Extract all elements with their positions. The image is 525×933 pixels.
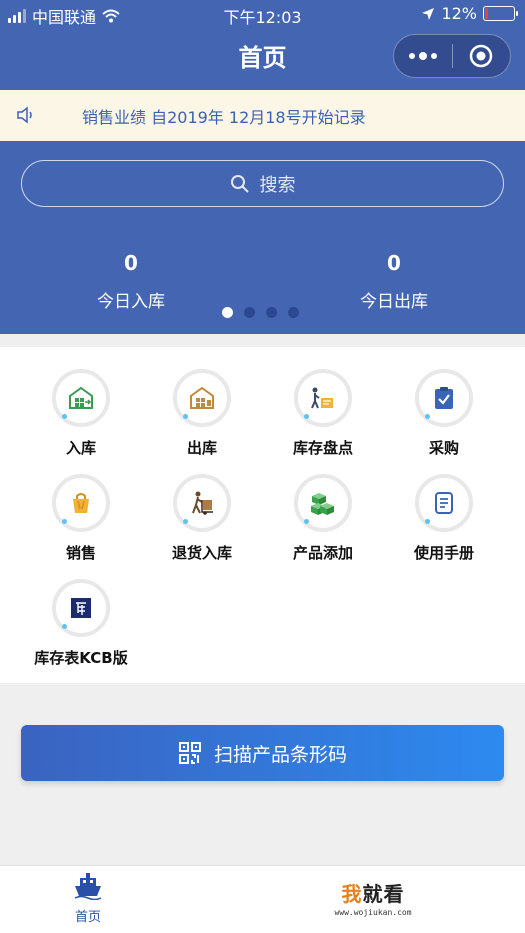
qr-code-icon (178, 742, 201, 764)
menu-item-label: 销售 (65, 544, 96, 562)
tab-bar: 首页 我就看 www.wojiukan.com (0, 865, 525, 933)
stat-today-in[interactable]: 0 今日入库 (61, 251, 201, 312)
summary-panel: 搜索 0 今日入库 0 今日出库 (0, 141, 525, 334)
stock-in-icon-circle (52, 369, 110, 427)
search-icon (230, 174, 249, 193)
ship-icon (74, 873, 102, 901)
clipboard-check-icon (435, 387, 453, 409)
battery-icon (483, 6, 518, 21)
notice-bar: 销售业绩 自2019年 12月18号开始记录 (0, 90, 525, 141)
purchase-icon-circle (415, 369, 473, 427)
return-in-icon-circle (173, 474, 231, 532)
kcb-logo-icon (71, 598, 91, 618)
menu-item-label: 产品添加 (292, 544, 353, 562)
speaker-icon (17, 106, 32, 124)
scan-barcode-button[interactable]: 扫描产品条形码 (21, 725, 504, 781)
kcb-icon-circle (52, 579, 110, 637)
shopping-bag-icon (73, 493, 89, 513)
more-dots-icon (408, 52, 437, 60)
menu-item-sales[interactable]: 销售 (16, 474, 146, 563)
product-add-icon-circle (294, 474, 352, 532)
search-input[interactable]: 搜索 (21, 160, 504, 207)
sales-icon-circle (52, 474, 110, 532)
menu-item-label: 库存盘点 (292, 439, 353, 457)
menu-item-manual[interactable]: 使用手册 (379, 474, 509, 563)
carousel-dot[interactable] (288, 307, 299, 318)
menu-item-stock-in[interactable]: 入库 (16, 369, 146, 458)
more-button[interactable] (394, 35, 452, 77)
menu-item-label: 入库 (65, 439, 96, 457)
stat-today-out-label: 今日出库 (360, 292, 428, 312)
notice-text: 销售业绩 自2019年 12月18号开始记录 (82, 108, 366, 127)
watermark-text: 就看 (362, 882, 405, 906)
close-miniprogram-button[interactable] (453, 35, 511, 77)
inventory-check-icon-circle (294, 369, 352, 427)
boxes-add-icon (311, 493, 334, 515)
target-close-icon (470, 44, 493, 68)
function-grid: 入库 出库 库存盘点 采购 销售 退货入库 产品添加 使用手册 库存表KCB版 (0, 347, 525, 683)
scan-button-label: 扫描产品条形码 (213, 743, 347, 766)
carousel-dot[interactable] (222, 307, 233, 318)
carousel-dot[interactable] (244, 307, 255, 318)
carousel-dot[interactable] (266, 307, 277, 318)
warehouse-in-icon (69, 386, 93, 409)
inventory-check-icon (311, 387, 333, 409)
battery-percent: 12% (441, 4, 477, 23)
menu-item-kcb[interactable]: 库存表KCB版 (16, 579, 146, 668)
top-bar: 中国联通 下午12:03 12% 首页 (0, 0, 525, 90)
tab-home-label: 首页 (74, 910, 101, 925)
menu-item-label: 库存表KCB版 (34, 649, 128, 667)
stat-today-out-value: 0 (387, 251, 401, 275)
tab-home[interactable]: 首页 (48, 872, 128, 925)
carousel-dots (222, 307, 299, 318)
menu-item-return-in[interactable]: 退货入库 (137, 474, 267, 563)
hand-truck-icon (192, 491, 213, 515)
menu-item-label: 采购 (428, 439, 459, 457)
stock-out-icon-circle (173, 369, 231, 427)
menu-item-product-add[interactable]: 产品添加 (258, 474, 388, 563)
manual-icon-circle (415, 474, 473, 532)
stat-today-out[interactable]: 0 今日出库 (324, 251, 464, 312)
menu-item-label: 使用手册 (413, 544, 474, 562)
location-arrow-icon (422, 7, 435, 20)
menu-item-label: 退货入库 (171, 544, 232, 562)
warehouse-out-icon (190, 386, 214, 409)
search-placeholder: 搜索 (259, 174, 296, 196)
watermark-wo: 我 (341, 882, 363, 906)
stat-today-in-label: 今日入库 (97, 292, 165, 312)
menu-item-purchase[interactable]: 采购 (379, 369, 509, 458)
site-watermark: 我就看 www.wojiukan.com (318, 878, 428, 917)
stat-today-in-value: 0 (124, 251, 138, 275)
menu-item-inventory-check[interactable]: 库存盘点 (258, 369, 388, 458)
menu-item-label: 出库 (186, 439, 217, 457)
menu-item-stock-out[interactable]: 出库 (137, 369, 267, 458)
manual-icon (435, 492, 453, 514)
watermark-url: www.wojiukan.com (334, 908, 412, 917)
miniprogram-capsule (393, 34, 511, 78)
status-bar: 中国联通 下午12:03 12% (0, 0, 525, 30)
